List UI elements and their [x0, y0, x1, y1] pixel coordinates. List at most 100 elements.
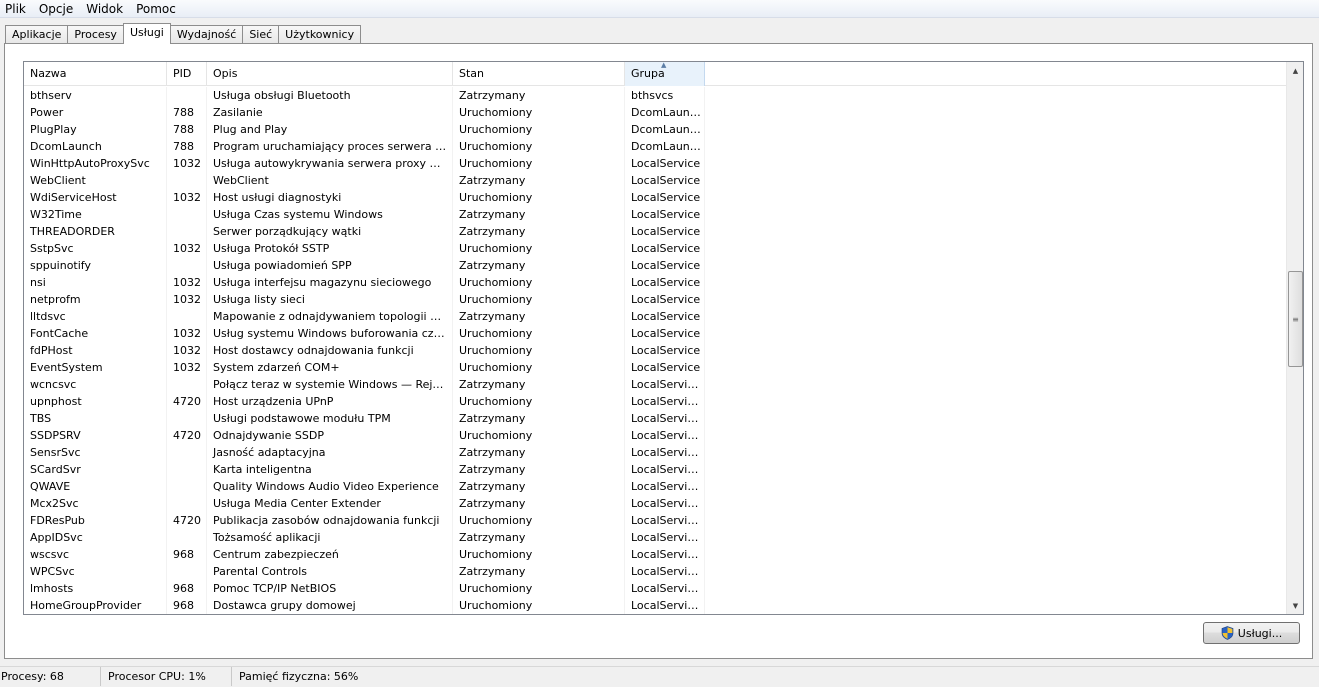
service-group-cell: LocalService	[631, 174, 701, 187]
column-header-description[interactable]: Opis	[207, 62, 453, 86]
column-header-pid[interactable]: PID	[167, 62, 207, 86]
service-description-cell: Centrum zabezpieczeń	[213, 548, 339, 561]
column-header-name[interactable]: Nazwa	[24, 62, 167, 86]
service-description-cell: Usługa interfejsu magazynu sieciowego	[213, 276, 432, 289]
service-name-cell: WdiServiceHost	[30, 191, 117, 204]
service-description-cell: Quality Windows Audio Video Experience	[213, 480, 439, 493]
table-row[interactable]: lltdsvc Mapowanie z odnajdywaniem topolog…	[24, 308, 1286, 325]
tab-applications[interactable]: Aplikacje	[5, 25, 69, 44]
service-group-cell: LocalServic...	[631, 514, 704, 527]
table-row[interactable]: Power 788 Zasilanie Uruchomiony DcomLaunch	[24, 104, 1286, 121]
service-description-cell: Usługi podstawowe modułu TPM	[213, 412, 391, 425]
table-row[interactable]: W32Time Usługa Czas systemu Windows Zatrzy…	[24, 206, 1286, 223]
tab-processes[interactable]: Procesy	[67, 25, 124, 44]
vertical-scrollbar[interactable]: ▲ ≡ ▼	[1286, 62, 1303, 614]
service-description-cell: Usługa autowykrywania serwera proxy w si…	[213, 157, 453, 170]
table-row[interactable]: PlugPlay 788 Plug and Play Uruchomiony DcomL…	[24, 121, 1286, 138]
service-status-cell: Zatrzymany	[459, 480, 526, 493]
table-row[interactable]: sppuinotify Usługa powiadomień SPP Zatrzym…	[24, 257, 1286, 274]
column-header-group[interactable]: ▲ Grupa	[625, 62, 705, 86]
service-group-cell: LocalServic...	[631, 582, 704, 595]
table-row[interactable]: FontCache 1032 Usług systemu Windows bufor…	[24, 325, 1286, 342]
table-row[interactable]: WebClient WebClient Zatrzymany LocalService	[24, 172, 1286, 189]
service-status-cell: Uruchomiony	[459, 293, 533, 306]
table-row[interactable]: AppIDSvc Tożsamość aplikacji Zatrzymany Loc…	[24, 529, 1286, 546]
table-row[interactable]: bthserv Usługa obsługi Bluetooth Zatrzyman…	[24, 87, 1286, 104]
sort-ascending-icon: ▲	[661, 61, 667, 69]
service-status-cell: Uruchomiony	[459, 361, 533, 374]
table-row[interactable]: wcncsvc Połącz teraz w systemie Windows —…	[24, 376, 1286, 393]
menu-file[interactable]: Plik	[0, 1, 33, 17]
table-row[interactable]: upnphost 4720 Host urządzenia UPnP Uruchomi…	[24, 393, 1286, 410]
service-description-cell: Mapowanie z odnajdywaniem topologii wars…	[213, 310, 453, 323]
scroll-up-icon[interactable]: ▲	[1287, 62, 1303, 79]
table-row[interactable]: THREADORDER Serwer porządkujący wątki Zatr…	[24, 223, 1286, 240]
service-group-cell: LocalServic...	[631, 412, 704, 425]
table-row[interactable]: SensrSvc Jasność adaptacyjna Zatrzymany Loc…	[24, 444, 1286, 461]
service-group-cell: LocalService	[631, 259, 701, 272]
table-row[interactable]: lmhosts 968 Pomoc TCP/IP NetBIOS Uruchomion…	[24, 580, 1286, 597]
table-row[interactable]: SstpSvc 1032 Usługa Protokół SSTP Uruchomio…	[24, 240, 1286, 257]
scroll-thumb[interactable]: ≡	[1288, 271, 1303, 367]
table-row[interactable]: TBS Usługi podstawowe modułu TPM Zatrzyman…	[24, 410, 1286, 427]
column-header-group-label: Grupa	[631, 67, 665, 80]
service-name-cell: W32Time	[30, 208, 82, 221]
service-status-cell: Zatrzymany	[459, 310, 526, 323]
table-row[interactable]: netprofm 1032 Usługa listy sieci Uruchomion…	[24, 291, 1286, 308]
service-description-cell: Odnajdywanie SSDP	[213, 429, 324, 442]
menu-help[interactable]: Pomoc	[130, 1, 183, 17]
tab-users[interactable]: Użytkownicy	[278, 25, 362, 44]
status-processes: Procesy: 68	[0, 666, 101, 686]
tab-performance[interactable]: Wydajność	[169, 25, 244, 44]
service-status-cell: Uruchomiony	[459, 582, 533, 595]
table-row[interactable]: SCardSvr Karta inteligentna Zatrzymany Loca…	[24, 461, 1286, 478]
tab-network[interactable]: Sieć	[242, 25, 280, 44]
services-button[interactable]: Usługi...	[1203, 622, 1300, 644]
service-name-cell: SSDPSRV	[30, 429, 81, 442]
service-name-cell: EventSystem	[30, 361, 103, 374]
service-pid-cell	[167, 495, 207, 512]
table-row[interactable]: Mcx2Svc Usługa Media Center Extender Zatrz…	[24, 495, 1286, 512]
service-status-cell: Uruchomiony	[459, 344, 533, 357]
service-group-cell: LocalService	[631, 208, 701, 221]
menu-view[interactable]: Widok	[80, 1, 130, 17]
service-group-cell: DcomLaunch	[631, 140, 703, 153]
table-row[interactable]: EventSystem 1032 System zdarzeń COM+ Urucho…	[24, 359, 1286, 376]
table-row[interactable]: nsi 1032 Usługa interfejsu magazynu siecio…	[24, 274, 1286, 291]
list-rows: bthserv Usługa obsługi Bluetooth Zatrzyman…	[24, 87, 1286, 614]
table-row[interactable]: HomeGroupProvider 968 Dostawca grupy domow…	[24, 597, 1286, 614]
service-description-cell: Usługa Czas systemu Windows	[213, 208, 383, 221]
column-header-status[interactable]: Stan	[453, 62, 625, 86]
service-status-cell: Uruchomiony	[459, 140, 533, 153]
table-row[interactable]: QWAVE Quality Windows Audio Video Experie…	[24, 478, 1286, 495]
service-description-cell: Usług systemu Windows buforowania czcion…	[213, 327, 453, 340]
service-description-cell: Host urządzenia UPnP	[213, 395, 334, 408]
service-group-cell: LocalService	[631, 276, 701, 289]
table-row[interactable]: DcomLaunch 788 Program uruchamiający proce…	[24, 138, 1286, 155]
service-pid-cell: 1032	[173, 157, 201, 170]
service-description-cell: Usługa listy sieci	[213, 293, 305, 306]
service-name-cell: fdPHost	[30, 344, 73, 357]
service-name-cell: FDResPub	[30, 514, 85, 527]
service-name-cell: FontCache	[30, 327, 89, 340]
tab-services[interactable]: Usługi	[122, 23, 171, 44]
service-pid-cell	[167, 444, 207, 461]
service-description-cell: Zasilanie	[213, 106, 263, 119]
table-row[interactable]: wscsvc 968 Centrum zabezpieczeń Uruchomiony…	[24, 546, 1286, 563]
service-pid-cell	[167, 172, 207, 189]
menu-options[interactable]: Opcje	[33, 1, 80, 17]
services-tab-page: Nazwa PID Opis Stan ▲ Grupa bthserv Usług…	[4, 43, 1313, 659]
table-row[interactable]: WPCSvc Parental Controls Zatrzymany LocalSe…	[24, 563, 1286, 580]
table-row[interactable]: WinHttpAutoProxySvc 1032 Usługa autowykryw…	[24, 155, 1286, 172]
table-row[interactable]: SSDPSRV 4720 Odnajdywanie SSDP Uruchomiony L…	[24, 427, 1286, 444]
service-description-cell: Jasność adaptacyjna	[213, 446, 326, 459]
table-row[interactable]: fdPHost 1032 Host dostawcy odnajdowania fu…	[24, 342, 1286, 359]
menu-bar: Plik Opcje Widok Pomoc	[0, 0, 1319, 18]
table-row[interactable]: FDResPub 4720 Publikacja zasobów odnajdowa…	[24, 512, 1286, 529]
service-description-cell: Usługa obsługi Bluetooth	[213, 89, 351, 102]
scroll-down-icon[interactable]: ▼	[1287, 597, 1303, 614]
service-status-cell: Uruchomiony	[459, 599, 533, 612]
services-list[interactable]: Nazwa PID Opis Stan ▲ Grupa bthserv Usług…	[23, 61, 1304, 615]
table-row[interactable]: WdiServiceHost 1032 Host usługi diagnostyk…	[24, 189, 1286, 206]
service-group-cell: LocalService	[631, 225, 701, 238]
